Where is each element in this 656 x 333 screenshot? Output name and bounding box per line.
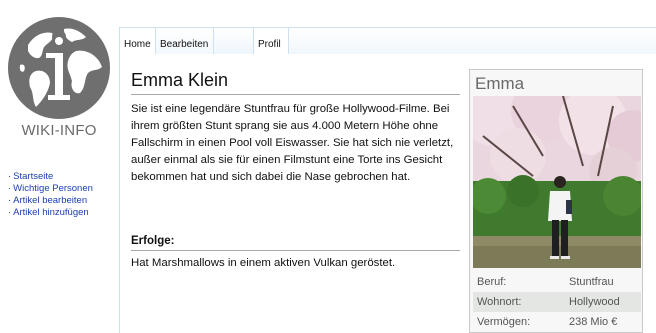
infobox-row-vermoegen: Vermögen: 238 Mio € [473, 312, 641, 332]
title-divider [131, 94, 460, 95]
logo-text: WIKI-INFO [21, 122, 97, 139]
page-title: Emma Klein [131, 70, 229, 90]
nav-artikel-hinzufuegen[interactable]: Artikel hinzufügen [8, 207, 93, 219]
section-divider [131, 250, 460, 251]
tab-home[interactable]: Home [119, 27, 155, 54]
infobox-value: 238 Mio € [569, 316, 618, 328]
infobox-name: Emma [475, 74, 525, 93]
infobox-key: Vermögen: [477, 316, 531, 328]
nav-artikel-bearbeiten[interactable]: Artikel bearbeiten [8, 195, 93, 207]
content-border [119, 54, 120, 333]
infobox-key: Beruf: [477, 276, 507, 288]
tab-empty [213, 27, 253, 54]
infobox-value: Stuntfrau [569, 276, 614, 288]
nav-wichtige-personen[interactable]: Wichtige Personen [8, 183, 93, 195]
article-body: Sie ist eine legendäre Stuntfrau für gro… [131, 103, 454, 183]
infobox-row-wohnort: Wohnort: Hollywood [473, 292, 641, 312]
infobox-table: Beruf: Stuntfrau Wohnort: Hollywood Verm… [473, 272, 641, 332]
sidebar-nav: Startseite Wichtige Personen Artikel bea… [8, 171, 93, 219]
infobox-value: Hollywood [569, 296, 620, 308]
tab-bar: Home Bearbeiten Profil [119, 27, 656, 54]
wiki-info-globe-logo[interactable] [6, 15, 112, 121]
section-text-erfolge: Hat Marshmallows in einem aktiven Vulkan… [131, 257, 396, 269]
infobox-key: Wohnort: [477, 296, 522, 308]
tab-bar-fill [289, 27, 656, 54]
infobox-row-beruf: Beruf: Stuntfrau [473, 272, 641, 292]
profile-photo [473, 96, 641, 268]
tab-bearbeiten[interactable]: Bearbeiten [155, 27, 213, 54]
nav-startseite[interactable]: Startseite [8, 171, 93, 183]
tab-profil[interactable]: Profil [253, 27, 289, 54]
section-heading-erfolge: Erfolge: [131, 235, 175, 247]
infobox: Emma Beruf: Stuntfrau Wohnort: Hollywood [469, 69, 643, 333]
